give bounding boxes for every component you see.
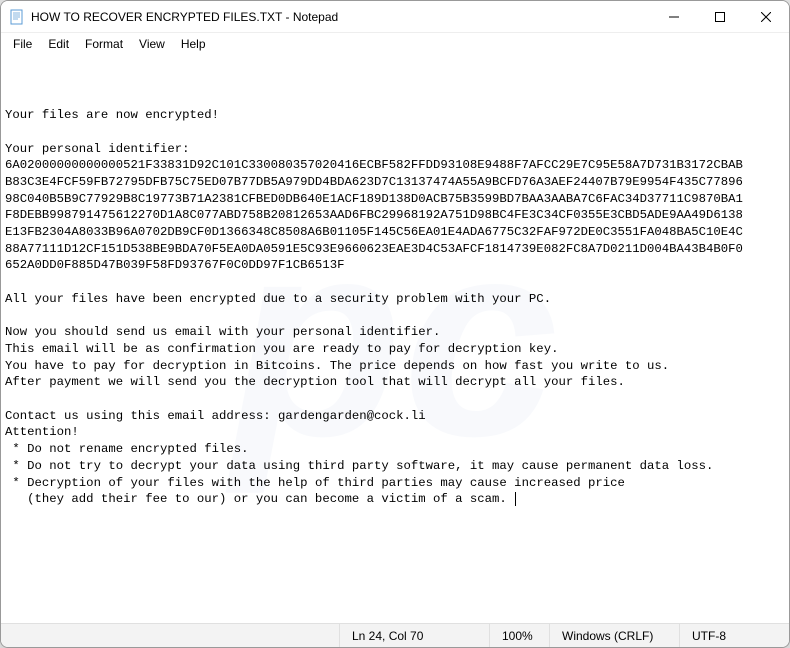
menu-edit[interactable]: Edit bbox=[40, 35, 77, 53]
window-title: HOW TO RECOVER ENCRYPTED FILES.TXT - Not… bbox=[31, 10, 651, 24]
text-cursor bbox=[515, 492, 516, 506]
statusbar: Ln 24, Col 70 100% Windows (CRLF) UTF-8 bbox=[1, 623, 789, 647]
status-line-ending: Windows (CRLF) bbox=[549, 624, 679, 647]
notepad-app-icon bbox=[9, 9, 25, 25]
status-encoding: UTF-8 bbox=[679, 624, 789, 647]
close-button[interactable] bbox=[743, 1, 789, 33]
menu-view[interactable]: View bbox=[131, 35, 173, 53]
status-zoom: 100% bbox=[489, 624, 549, 647]
text-editor-area[interactable]: pc Your files are now encrypted! Your pe… bbox=[1, 55, 789, 623]
maximize-button[interactable] bbox=[697, 1, 743, 33]
minimize-button[interactable] bbox=[651, 1, 697, 33]
menu-format[interactable]: Format bbox=[77, 35, 131, 53]
notepad-window: HOW TO RECOVER ENCRYPTED FILES.TXT - Not… bbox=[0, 0, 790, 648]
window-controls bbox=[651, 1, 789, 32]
text-content: Your files are now encrypted! Your perso… bbox=[5, 107, 785, 508]
status-cursor-position: Ln 24, Col 70 bbox=[339, 624, 489, 647]
menubar: File Edit Format View Help bbox=[1, 33, 789, 55]
menu-help[interactable]: Help bbox=[173, 35, 214, 53]
menu-file[interactable]: File bbox=[5, 35, 40, 53]
titlebar[interactable]: HOW TO RECOVER ENCRYPTED FILES.TXT - Not… bbox=[1, 1, 789, 33]
